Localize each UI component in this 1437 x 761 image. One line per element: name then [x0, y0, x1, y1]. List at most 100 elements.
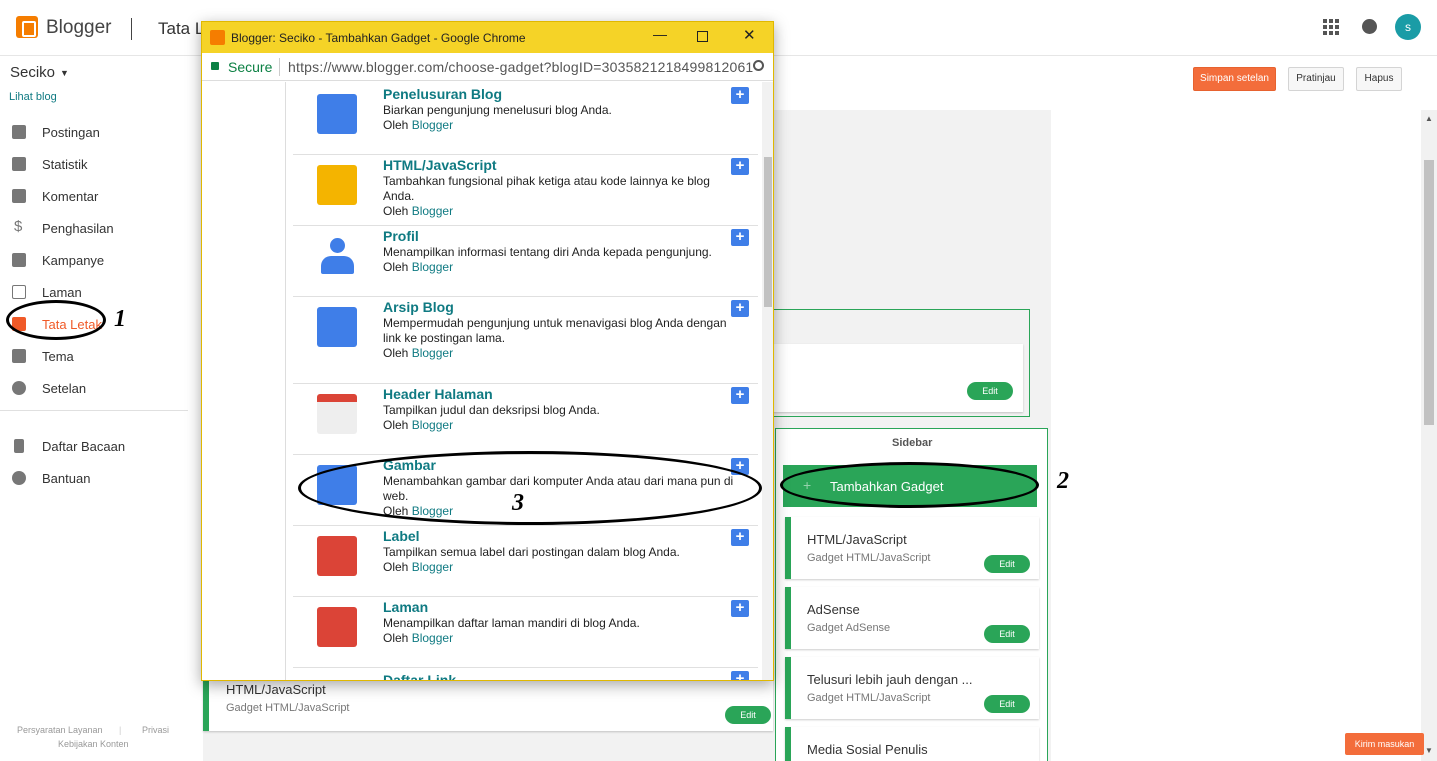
add-gadget-plus-button[interactable]: + [731, 300, 749, 317]
blogger-logo-icon[interactable] [16, 16, 38, 38]
save-button[interactable]: Simpan setelan [1193, 67, 1276, 91]
avatar[interactable]: s [1395, 14, 1421, 40]
drag-handle[interactable] [785, 587, 791, 649]
nav-item-tema[interactable]: Tema [0, 341, 188, 373]
gadget-item-profil[interactable]: Profil Menampilkan informasi tentang dir… [293, 226, 758, 297]
gadget-item-penelusuran-blog[interactable]: Penelusuran Blog Biarkan pengunjung mene… [293, 84, 758, 155]
scroll-up-icon[interactable]: ▲ [1425, 114, 1433, 123]
author-link[interactable]: Blogger [412, 204, 453, 218]
nav-item-daftar-bacaan[interactable]: Daftar Bacaan [0, 431, 188, 463]
gadget-card[interactable]: Edit [765, 344, 1023, 412]
popup-scroll-thumb[interactable] [764, 157, 772, 307]
add-gadget-plus-button[interactable]: + [731, 529, 749, 546]
search-gadget-icon [317, 94, 357, 134]
close-icon[interactable]: ✕ [743, 26, 756, 44]
nav-item-kampanye[interactable]: Kampanye [0, 245, 188, 277]
gadget-desc-text: Menampilkan daftar laman mandiri di blog… [383, 616, 640, 630]
gadget-item-header-halaman[interactable]: Header Halaman Tampilkan judul dan deksr… [293, 384, 758, 455]
drag-handle[interactable] [785, 517, 791, 579]
add-gadget-plus-button[interactable]: + [731, 158, 749, 175]
brand-name[interactable]: Blogger [46, 17, 112, 39]
author-link[interactable]: Blogger [412, 346, 453, 360]
view-blog-link[interactable]: Lihat blog [9, 91, 57, 103]
edit-button[interactable]: Edit [984, 555, 1030, 573]
popup-address-bar[interactable]: Secure https://www.blogger.com/choose-ga… [202, 53, 773, 81]
edit-button[interactable]: Edit [967, 382, 1013, 400]
edit-button[interactable]: Edit [984, 625, 1030, 643]
apps-grid-icon[interactable] [1323, 19, 1339, 35]
nav-label: Postingan [42, 125, 100, 140]
comments-icon [12, 189, 26, 203]
zoom-icon[interactable] [753, 60, 764, 71]
scroll-down-icon[interactable]: ▼ [1425, 746, 1433, 755]
pages-icon [12, 285, 26, 299]
delete-button[interactable]: Hapus [1356, 67, 1402, 91]
add-gadget-plus-button[interactable]: + [731, 387, 749, 404]
drag-handle[interactable] [785, 657, 791, 719]
nav-label: Kampanye [42, 253, 105, 268]
nav-item-statistik[interactable]: Statistik [0, 149, 188, 181]
gadget-author: Oleh Blogger [383, 204, 743, 219]
blog-name: Seciko [10, 64, 56, 81]
sidebar-gadget-media-sosial[interactable]: Media Sosial Penulis [785, 727, 1039, 761]
privacy-link[interactable]: Privasi [142, 725, 169, 735]
add-gadget-plus-button[interactable]: + [731, 229, 749, 246]
popup-titlebar[interactable]: Blogger: Seciko - Tambahkan Gadget - Goo… [202, 22, 773, 53]
nav-item-postingan[interactable]: Postingan [0, 117, 188, 149]
page-scroll-thumb[interactable] [1424, 160, 1434, 425]
author-link[interactable]: Blogger [412, 560, 453, 574]
nav-item-penghasilan[interactable]: $ Penghasilan [0, 213, 188, 245]
gadget-item-daftar-link[interactable]: Daftar Link + [293, 668, 758, 680]
gadget-desc: Tampilkan judul dan deksripsi blog Anda.… [383, 403, 743, 433]
minimize-icon[interactable]: — [653, 26, 667, 42]
gadget-name[interactable]: Laman [383, 599, 428, 615]
author-link[interactable]: Blogger [412, 631, 453, 645]
gadget-desc: Tambahkan fungsional pihak ketiga atau k… [383, 174, 743, 219]
author-link[interactable]: Blogger [412, 418, 453, 432]
sidebar-gadget-adsense[interactable]: AdSense Gadget AdSense Edit [785, 587, 1039, 649]
author-link[interactable]: Blogger [412, 118, 453, 132]
annotation-oval-2 [780, 462, 1039, 508]
edit-button[interactable]: Edit [984, 695, 1030, 713]
gadget-item-html-javascript[interactable]: HTML/JavaScript Tambahkan fungsional pih… [293, 155, 758, 226]
maximize-icon[interactable] [697, 31, 708, 42]
feedback-button[interactable]: Kirim masukan [1345, 733, 1424, 755]
add-gadget-plus-button[interactable]: + [731, 87, 749, 104]
preview-button[interactable]: Pratinjau [1288, 67, 1344, 91]
gadget-author: Oleh Blogger [383, 560, 743, 575]
add-gadget-plus-button[interactable]: + [731, 671, 749, 680]
gadget-author: Oleh Blogger [383, 260, 743, 275]
author-prefix: Oleh [383, 260, 409, 274]
blogger-favicon-icon [210, 30, 225, 45]
gadget-name[interactable]: HTML/JavaScript [383, 157, 497, 173]
gadget-name[interactable]: Profil [383, 228, 419, 244]
gadget-subtitle: Gadget HTML/JavaScript [807, 552, 931, 564]
sidebar-gadget-telusuri[interactable]: Telusuri lebih jauh dengan ... Gadget HT… [785, 657, 1039, 719]
gadget-item-label[interactable]: Label Tampilkan semua label dari posting… [293, 526, 758, 597]
terms-link[interactable]: Persyaratan Layanan [17, 725, 103, 735]
gadget-name[interactable]: Arsip Blog [383, 299, 454, 315]
gadget-item-arsip-blog[interactable]: Arsip Blog Mempermudah pengunjung untuk … [293, 297, 758, 384]
drag-handle[interactable] [785, 727, 791, 761]
add-gadget-plus-button[interactable]: + [731, 600, 749, 617]
blog-selector[interactable]: Seciko ▼ [10, 64, 69, 81]
gadget-name[interactable]: Daftar Link [383, 672, 456, 680]
nav-item-bantuan[interactable]: Bantuan [0, 463, 188, 495]
sidebar-gadget-html[interactable]: HTML/JavaScript Gadget HTML/JavaScript E… [785, 517, 1039, 579]
author-prefix: Oleh [383, 631, 409, 645]
edit-button[interactable]: Edit [725, 706, 771, 724]
gadget-name[interactable]: Header Halaman [383, 386, 493, 402]
url-text[interactable]: https://www.blogger.com/choose-gadget?bl… [288, 59, 753, 75]
url-separator [279, 58, 280, 76]
gadget-name[interactable]: Label [383, 528, 420, 544]
dollar-icon: $ [14, 218, 23, 235]
gadget-name[interactable]: Penelusuran Blog [383, 86, 502, 102]
gadget-title: HTML/JavaScript [226, 682, 326, 697]
nav-item-komentar[interactable]: Komentar [0, 181, 188, 213]
notifications-icon[interactable] [1362, 19, 1377, 34]
content-policy-link[interactable]: Kebijakan Konten [58, 739, 129, 749]
nav-item-setelan[interactable]: Setelan [0, 373, 188, 405]
author-link[interactable]: Blogger [412, 260, 453, 274]
annotation-number-3: 3 [512, 490, 524, 516]
gadget-item-laman[interactable]: Laman Menampilkan daftar laman mandiri d… [293, 597, 758, 668]
